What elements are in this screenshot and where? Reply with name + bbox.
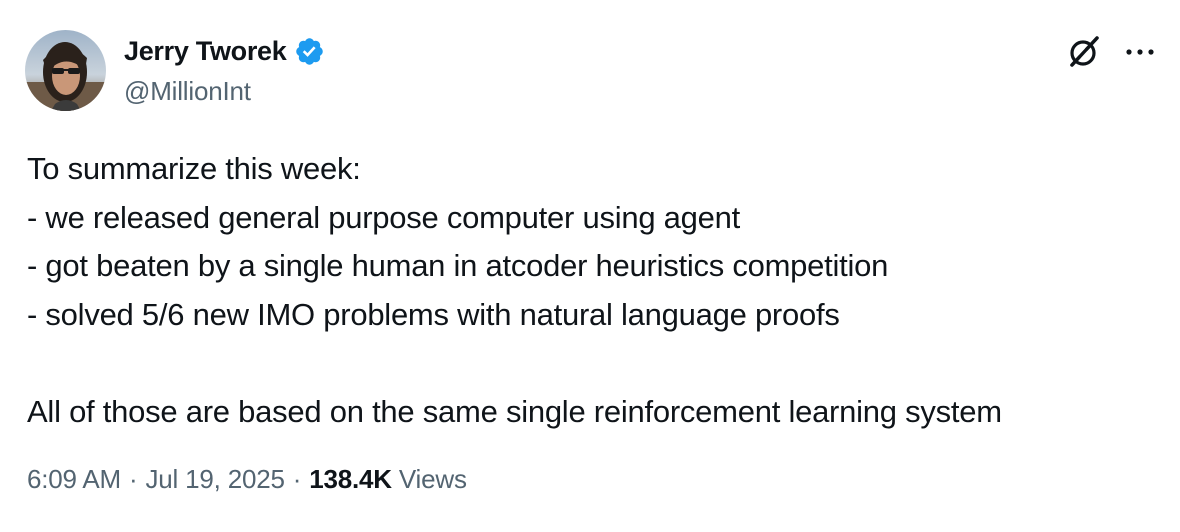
avatar[interactable]: [25, 30, 106, 111]
verified-badge-icon[interactable]: [294, 36, 325, 67]
tweet-text-line: - we released general purpose computer u…: [27, 199, 741, 235]
author-name-row: Jerry Tworek: [124, 33, 325, 69]
avatar-image: [25, 30, 106, 111]
views-label: Views: [398, 464, 467, 494]
more-options-icon[interactable]: [1124, 42, 1156, 62]
tweet-text-line: To summarize this week:: [27, 151, 361, 186]
tweet-text: To summarize this week: - we released ge…: [27, 145, 1157, 436]
grok-icon[interactable]: [1066, 34, 1102, 70]
tweet-metadata: 6:09 AM · Jul 19, 2025 · 138.4K Views: [27, 464, 467, 495]
tweet-text-spacer: [27, 339, 1157, 388]
tweet-date[interactable]: Jul 19, 2025: [145, 464, 284, 495]
tweet-text-line: - got beaten by a single human in atcode…: [27, 248, 889, 283]
author-display-name[interactable]: Jerry Tworek: [124, 36, 287, 67]
meta-separator: ·: [292, 464, 302, 494]
author-handle[interactable]: @MillionInt: [124, 76, 251, 107]
views-count[interactable]: 138.4K: [309, 464, 392, 495]
meta-separator: ·: [129, 464, 138, 494]
tweet-text-line: All of those are based on the same singl…: [27, 393, 1002, 429]
tweet-card: Jerry Tworek @MillionInt To summarize th…: [0, 0, 1180, 532]
tweet-text-line: - solved 5/6 new IMO problems with natur…: [27, 296, 840, 332]
tweet-time[interactable]: 6:09 AM: [27, 464, 121, 495]
